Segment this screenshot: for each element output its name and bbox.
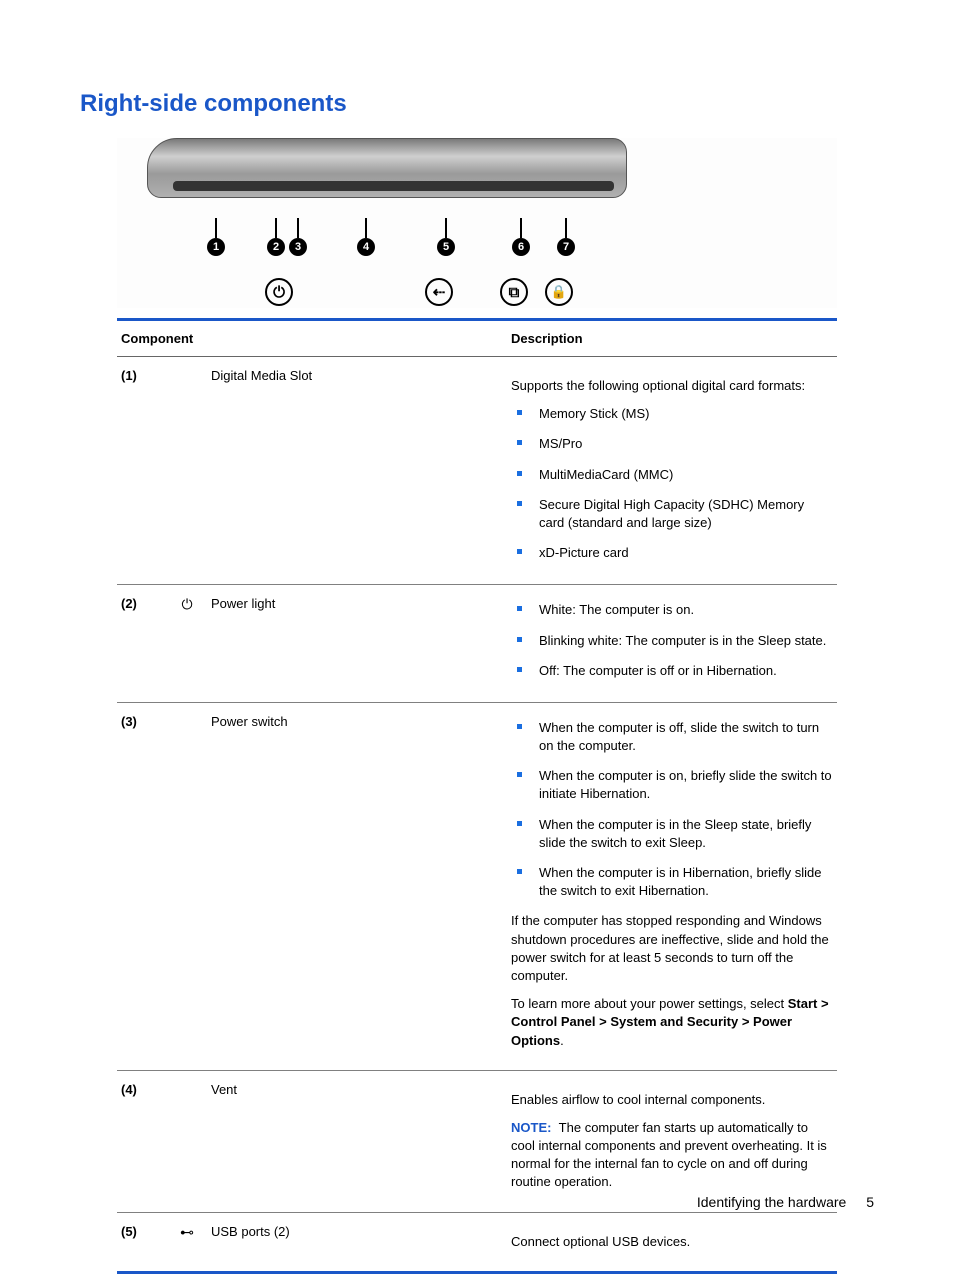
callout-4: 4 xyxy=(357,238,375,256)
desc-paragraph: To learn more about your power settings,… xyxy=(511,995,833,1050)
component-name: Digital Media Slot xyxy=(207,357,507,585)
row-number: (4) xyxy=(117,1070,167,1212)
header-component: Component xyxy=(117,320,507,357)
component-description: When the computer is off, slide the swit… xyxy=(507,702,837,1070)
table-row: (2)⏻Power lightWhite: The computer is on… xyxy=(117,585,837,703)
none xyxy=(167,1070,207,1212)
table-row: (3) Power switchWhen the computer is off,… xyxy=(117,702,837,1070)
page-footer: Identifying the hardware 5 xyxy=(697,1194,874,1210)
list-item: When the computer is on, briefly slide t… xyxy=(511,767,833,803)
list-item: Memory Stick (MS) xyxy=(511,405,833,423)
lock-icon: 🔒 xyxy=(545,278,573,306)
list-item: When the computer is in the Sleep state,… xyxy=(511,816,833,852)
component-name: Power light xyxy=(207,585,507,703)
component-description: White: The computer is on. Blinking white… xyxy=(507,585,837,703)
list-item: When the computer is in Hibernation, bri… xyxy=(511,864,833,900)
usb-icon: ⇠ xyxy=(425,278,453,306)
component-name: USB ports (2) xyxy=(207,1212,507,1272)
page-number: 5 xyxy=(866,1194,874,1210)
callout-6: 6 xyxy=(512,238,530,256)
power-icon: ⏻ xyxy=(167,585,207,703)
component-description: Connect optional USB devices. xyxy=(507,1212,837,1272)
callout-1: 1 xyxy=(207,238,225,256)
components-table: Component Description (1) Digital Media S… xyxy=(117,318,837,1274)
callout-3: 3 xyxy=(289,238,307,256)
desc-bullet-list: Memory Stick (MS) MS/Pro MultiMediaCard (M… xyxy=(511,405,833,562)
list-item: MS/Pro xyxy=(511,435,833,453)
component-diagram: 1 2 3 4 5 6 7 ⏻ ⇠ ⧉ 🔒 xyxy=(117,138,837,308)
callout-7: 7 xyxy=(557,238,575,256)
component-name: Power switch xyxy=(207,702,507,1070)
list-item: Off: The computer is off or in Hibernati… xyxy=(511,662,833,680)
row-number: (3) xyxy=(117,702,167,1070)
desc-bullet-list: When the computer is off, slide the swit… xyxy=(511,719,833,901)
desc-intro: Connect optional USB devices. xyxy=(511,1233,833,1251)
footer-section: Identifying the hardware xyxy=(697,1194,846,1210)
row-number: (5) xyxy=(117,1212,167,1272)
power-icon: ⏻ xyxy=(265,278,293,306)
laptop-side-illustration xyxy=(147,138,627,198)
component-description: Supports the following optional digital … xyxy=(507,357,837,585)
menu-path: Start > Control Panel > System and Secur… xyxy=(511,996,829,1047)
list-item: Secure Digital High Capacity (SDHC) Memo… xyxy=(511,496,833,532)
row-number: (2) xyxy=(117,585,167,703)
list-item: xD-Picture card xyxy=(511,544,833,562)
table-row: (5)⊷USB ports (2)Connect optional USB de… xyxy=(117,1212,837,1272)
callout-5: 5 xyxy=(437,238,455,256)
desc-intro: Supports the following optional digital … xyxy=(511,377,833,395)
list-item: Blinking white: The computer is in the S… xyxy=(511,632,833,650)
list-item: White: The computer is on. xyxy=(511,601,833,619)
table-row: (4) VentEnables airflow to cool internal … xyxy=(117,1070,837,1212)
note: NOTE: The computer fan starts up automat… xyxy=(511,1119,833,1192)
desc-paragraph: If the computer has stopped responding a… xyxy=(511,912,833,985)
rj45-icon: ⧉ xyxy=(500,278,528,306)
list-item: MultiMediaCard (MMC) xyxy=(511,466,833,484)
desc-intro: Enables airflow to cool internal compone… xyxy=(511,1091,833,1109)
list-item: When the computer is off, slide the swit… xyxy=(511,719,833,755)
section-title: Right-side components xyxy=(80,90,874,118)
table-row: (1) Digital Media SlotSupports the follow… xyxy=(117,357,837,585)
note-label: NOTE: xyxy=(511,1120,551,1135)
component-description: Enables airflow to cool internal compone… xyxy=(507,1070,837,1212)
usb-icon: ⊷ xyxy=(167,1212,207,1272)
component-name: Vent xyxy=(207,1070,507,1212)
none xyxy=(167,702,207,1070)
callout-2: 2 xyxy=(267,238,285,256)
none xyxy=(167,357,207,585)
desc-bullet-list: White: The computer is on. Blinking white… xyxy=(511,601,833,680)
row-number: (1) xyxy=(117,357,167,585)
header-description: Description xyxy=(507,320,837,357)
